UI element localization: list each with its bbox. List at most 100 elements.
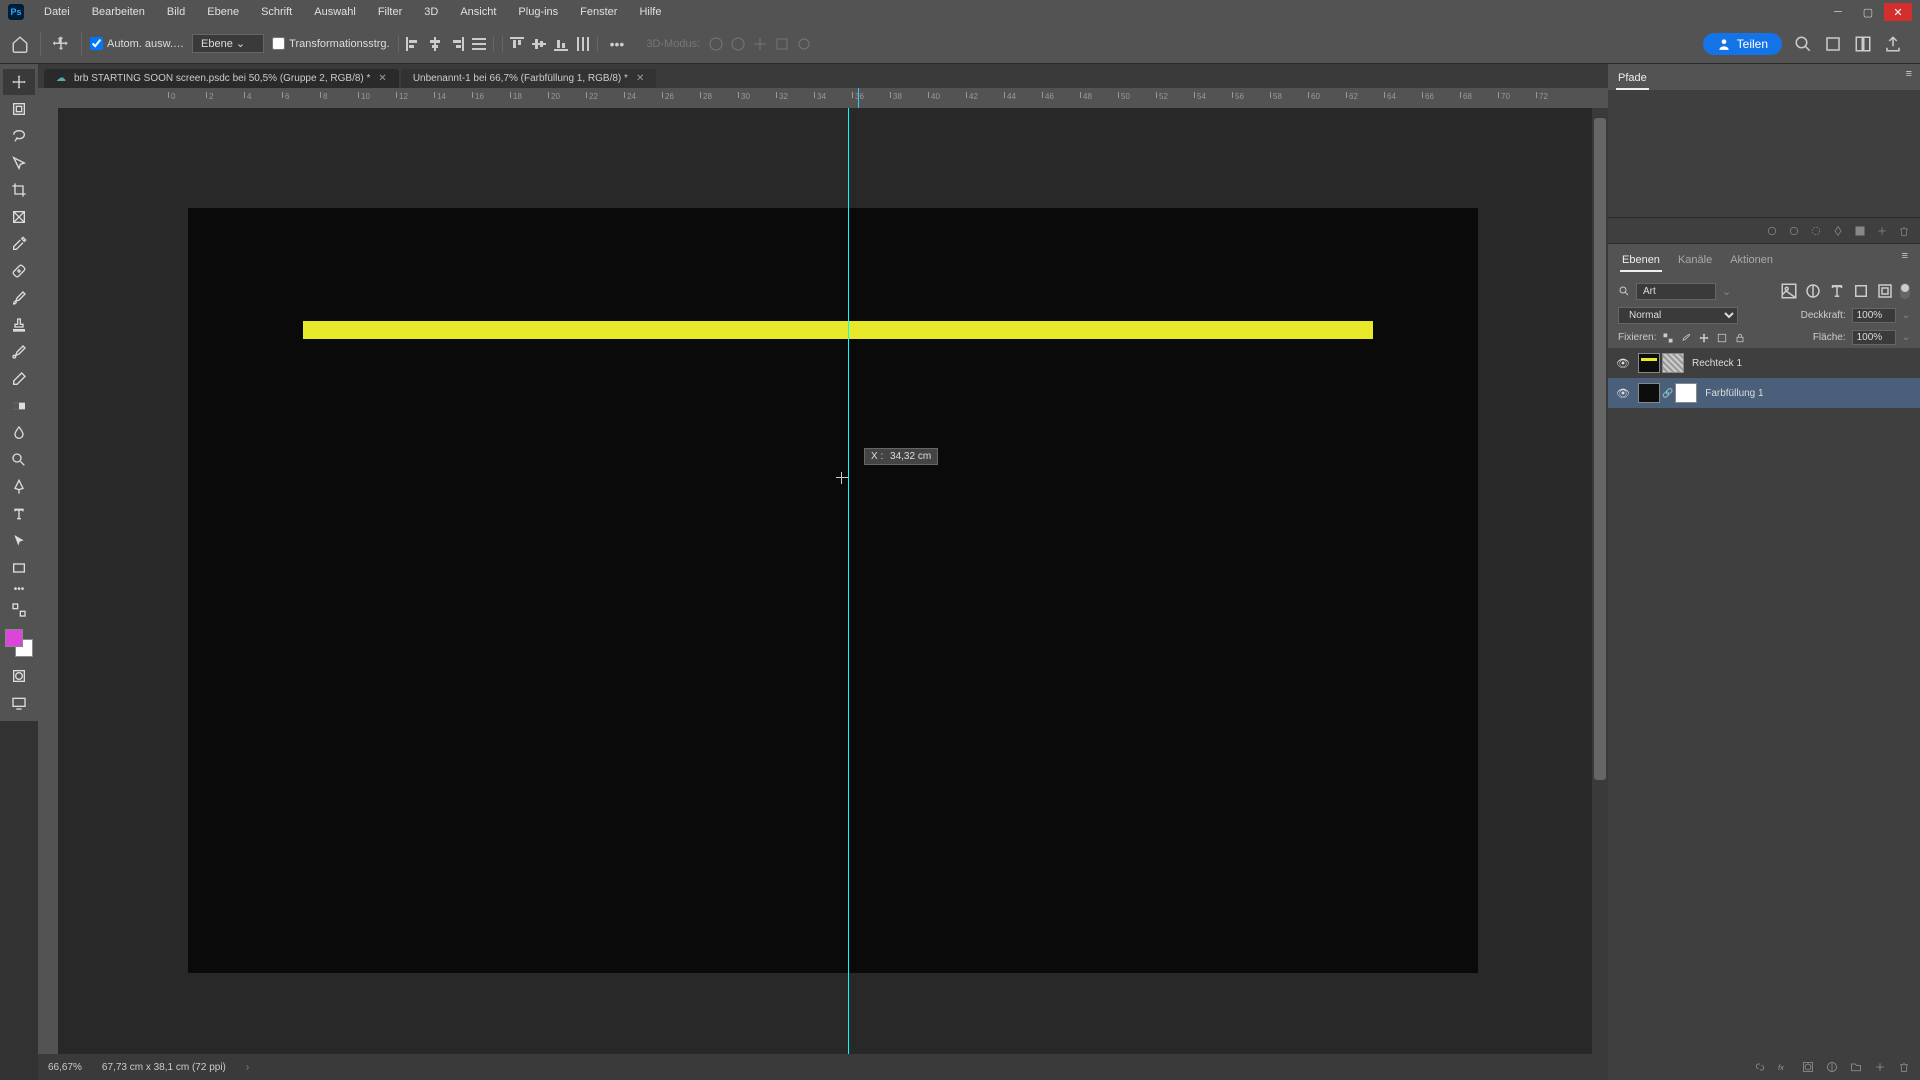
close-tab-icon[interactable]: ✕ — [378, 73, 386, 84]
ruler-horizontal[interactable]: 0246810121416182022242628303234363840424… — [58, 88, 1608, 108]
align-bottom-icon[interactable] — [553, 36, 569, 52]
filter-smart-icon[interactable] — [1876, 282, 1894, 300]
window-minimize-button[interactable]: ─ — [1824, 3, 1852, 21]
adjustment-icon[interactable] — [1826, 1061, 1838, 1073]
filter-shape-icon[interactable] — [1852, 282, 1870, 300]
menu-plugins[interactable]: Plug-ins — [508, 3, 568, 21]
fill-input[interactable] — [1852, 330, 1896, 345]
menu-3d[interactable]: 3D — [414, 3, 448, 21]
view-extras-icon[interactable] — [1824, 35, 1842, 53]
lasso-tool[interactable] — [3, 123, 35, 149]
vdistribute-icon[interactable] — [575, 36, 591, 52]
color-swatches[interactable] — [5, 629, 33, 657]
opacity-input[interactable] — [1852, 308, 1896, 323]
blur-tool[interactable] — [3, 420, 35, 446]
tab-kanaele[interactable]: Kanäle — [1676, 250, 1714, 272]
menu-ansicht[interactable]: Ansicht — [450, 3, 506, 21]
heal-tool[interactable] — [3, 258, 35, 284]
rectangle-tool[interactable] — [3, 555, 35, 581]
auto-select-checkbox[interactable]: Autom. ausw.… — [90, 37, 184, 50]
share-button[interactable]: Teilen — [1703, 33, 1782, 55]
menu-auswahl[interactable]: Auswahl — [304, 3, 366, 21]
delete-layer-icon[interactable] — [1898, 1061, 1910, 1073]
lock-all-icon[interactable] — [1734, 332, 1746, 344]
crop-tool[interactable] — [3, 177, 35, 203]
tab-ebenen[interactable]: Ebenen — [1620, 250, 1662, 272]
menu-datei[interactable]: Datei — [34, 3, 80, 21]
window-maximize-button[interactable]: ▢ — [1854, 3, 1882, 21]
align-right-icon[interactable] — [449, 36, 465, 52]
mask-thumb[interactable] — [1675, 383, 1697, 403]
align-vcenter-icon[interactable] — [531, 36, 547, 52]
zoom-level[interactable]: 66,67% — [48, 1062, 82, 1073]
menu-filter[interactable]: Filter — [368, 3, 412, 21]
dodge-tool[interactable] — [3, 447, 35, 473]
menu-hilfe[interactable]: Hilfe — [629, 3, 671, 21]
home-button[interactable] — [8, 32, 32, 56]
search-icon[interactable] — [1794, 35, 1812, 53]
quick-mask-tool[interactable] — [3, 663, 35, 689]
visibility-icon[interactable]: 👁 — [1616, 387, 1630, 400]
type-tool[interactable] — [3, 501, 35, 527]
close-tab-icon[interactable]: ✕ — [636, 73, 644, 84]
menu-bild[interactable]: Bild — [157, 3, 195, 21]
tab-pfade[interactable]: Pfade — [1616, 68, 1649, 90]
mask-icon[interactable] — [1802, 1061, 1814, 1073]
ruler-vertical[interactable] — [38, 108, 58, 1054]
link-layers-icon[interactable] — [1754, 1061, 1766, 1073]
auto-select-target-dropdown[interactable]: Ebene ⌄ — [192, 34, 264, 53]
filter-toggle-icon[interactable] — [1900, 283, 1910, 299]
layer-row-fill[interactable]: 👁 🔗 Farbfüllung 1 — [1608, 378, 1920, 408]
group-icon[interactable] — [1850, 1061, 1862, 1073]
filter-adjust-icon[interactable] — [1804, 282, 1822, 300]
frame-tool[interactable] — [3, 204, 35, 230]
lock-pixels-icon[interactable] — [1680, 332, 1692, 344]
viewport[interactable]: X : 34,32 cm — [58, 108, 1592, 1054]
more-tools-icon[interactable]: ••• — [3, 582, 35, 596]
align-top-icon[interactable] — [509, 36, 525, 52]
menu-ebene[interactable]: Ebene — [197, 3, 249, 21]
pen-tool[interactable] — [3, 474, 35, 500]
path-select-tool[interactable] — [3, 528, 35, 554]
filter-image-icon[interactable] — [1780, 282, 1798, 300]
blend-mode-dropdown[interactable]: Normal — [1618, 307, 1738, 324]
layer-name[interactable]: Rechteck 1 — [1692, 358, 1742, 369]
doc-tab-1[interactable]: ☁ brb STARTING SOON screen.psdc bei 50,5… — [44, 69, 399, 88]
selection-from-path-icon[interactable] — [1810, 225, 1822, 237]
align-hcenter-icon[interactable] — [427, 36, 443, 52]
eraser-tool[interactable] — [3, 366, 35, 392]
menu-schrift[interactable]: Schrift — [251, 3, 302, 21]
lock-transparency-icon[interactable] — [1662, 332, 1674, 344]
new-layer-icon[interactable] — [1874, 1061, 1886, 1073]
share-export-icon[interactable] — [1884, 35, 1902, 53]
panel-menu-icon[interactable]: ≡ — [1906, 68, 1912, 90]
yellow-rectangle-shape[interactable] — [303, 321, 1373, 339]
fx-icon[interactable]: fx — [1778, 1061, 1790, 1073]
more-options-icon[interactable]: ••• — [606, 36, 629, 52]
align-left-icon[interactable] — [405, 36, 421, 52]
panel-menu-icon[interactable]: ≡ — [1902, 250, 1908, 272]
layer-name[interactable]: Farbfüllung 1 — [1705, 388, 1763, 399]
visibility-icon[interactable]: 👁 — [1616, 357, 1630, 370]
doc-info[interactable]: 67,73 cm x 38,1 cm (72 ppi) — [102, 1062, 226, 1073]
lock-artboard-icon[interactable] — [1716, 332, 1728, 344]
fg-color-swatch[interactable] — [5, 629, 23, 647]
doc-tab-2[interactable]: Unbenannt-1 bei 66,7% (Farbfüllung 1, RG… — [401, 69, 657, 88]
artboard-tool[interactable] — [3, 96, 35, 122]
screen-mode-tool[interactable] — [3, 690, 35, 716]
gradient-tool[interactable] — [3, 393, 35, 419]
history-brush-tool[interactable] — [3, 339, 35, 365]
layer-filter-dropdown[interactable] — [1636, 283, 1716, 300]
menu-bearbeiten[interactable]: Bearbeiten — [82, 3, 155, 21]
layer-row-rechteck[interactable]: 👁 Rechteck 1 — [1608, 348, 1920, 378]
brush-tool[interactable] — [3, 285, 35, 311]
new-path-icon[interactable] — [1876, 225, 1888, 237]
quick-select-tool[interactable] — [3, 150, 35, 176]
layer-thumb[interactable] — [1638, 353, 1660, 373]
tab-aktionen[interactable]: Aktionen — [1728, 250, 1775, 272]
distribute-icon[interactable] — [471, 36, 487, 52]
transform-controls-checkbox[interactable]: Transformationsstrg. — [272, 37, 389, 50]
move-tool-icon[interactable] — [49, 32, 73, 56]
stroke-path-icon[interactable] — [1788, 225, 1800, 237]
filter-type-icon[interactable] — [1828, 282, 1846, 300]
